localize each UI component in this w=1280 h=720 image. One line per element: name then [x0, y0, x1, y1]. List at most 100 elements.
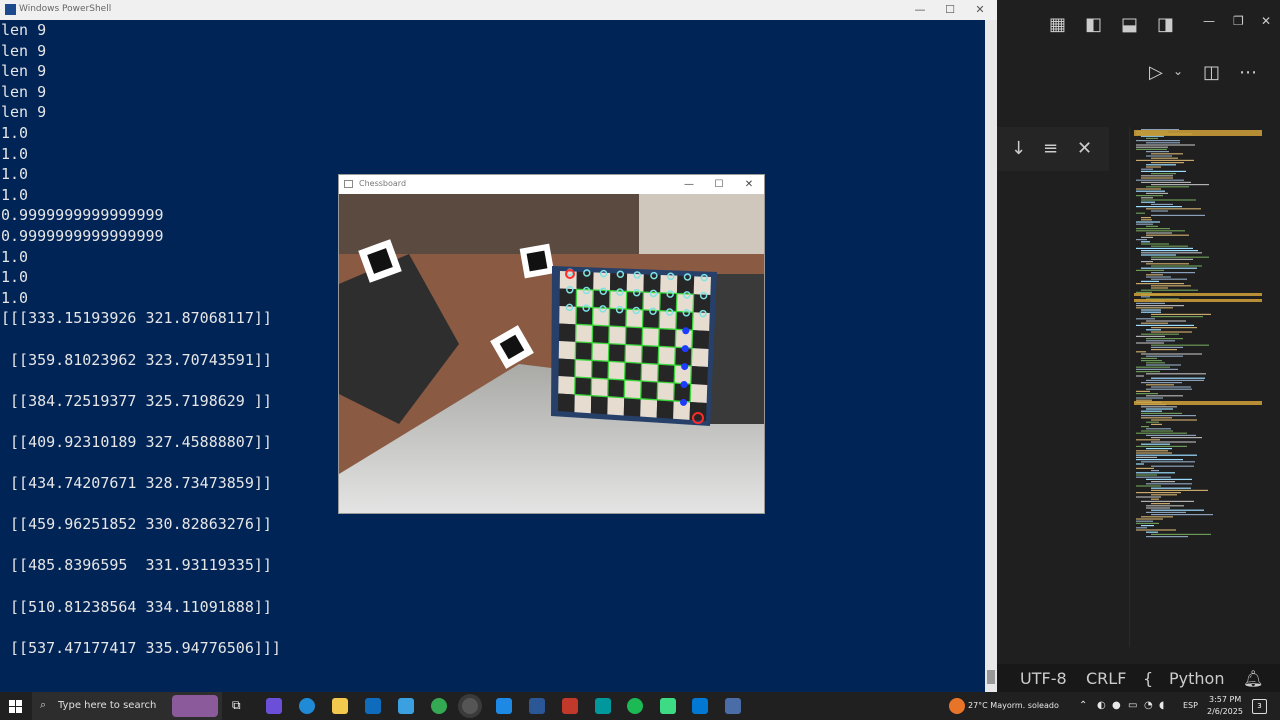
chessboard-titlebar[interactable]: Chessboard — ☐ ✕: [339, 175, 764, 194]
toggle-sidebar-icon[interactable]: ◧: [1085, 14, 1102, 35]
minimap-line: [1146, 151, 1169, 153]
camera-frame: [339, 194, 764, 513]
android-studio-icon[interactable]: [660, 698, 676, 714]
minimize-button[interactable]: —: [908, 2, 932, 18]
minimap-line: [1151, 313, 1211, 315]
close-icon[interactable]: ✕: [1261, 14, 1271, 28]
arduino-icon[interactable]: [595, 698, 611, 714]
minimap-line: [1151, 489, 1208, 491]
scrollbar-thumb[interactable]: [987, 670, 995, 684]
github-desktop-icon[interactable]: [462, 698, 478, 714]
console-line: len 9: [1, 41, 47, 60]
start-button[interactable]: [9, 699, 23, 713]
console-scrollbar[interactable]: [985, 20, 997, 692]
minimap-line: [1151, 344, 1209, 346]
spotify-icon[interactable]: [627, 698, 643, 714]
chessboard-window[interactable]: Chessboard — ☐ ✕: [338, 174, 765, 514]
close-panel-icon[interactable]: ✕: [1077, 138, 1092, 159]
microphone-icon[interactable]: ●: [1112, 700, 1121, 711]
file-explorer-icon[interactable]: [332, 698, 348, 714]
board-square: [658, 328, 676, 348]
restore-icon[interactable]: ❐: [1233, 14, 1244, 28]
minimap-line: [1136, 371, 1160, 373]
layout-icon[interactable]: ▦: [1049, 14, 1066, 35]
language-indicator[interactable]: ESP: [1183, 701, 1198, 710]
eol-indicator[interactable]: CRLF: [1086, 669, 1126, 688]
minimap-line: [1151, 272, 1195, 274]
powershell-titlebar[interactable]: Windows PowerShell — ☐ ✕: [0, 0, 997, 20]
task-view-icon[interactable]: ⧉: [232, 698, 248, 714]
console-line: 1.0: [1, 288, 29, 307]
minimap-line: [1151, 210, 1168, 212]
maximize-button[interactable]: ☐: [938, 2, 962, 18]
chevron-down-icon[interactable]: ⌄: [1173, 64, 1183, 78]
tray-app-icon[interactable]: ◐: [1097, 700, 1106, 711]
minimap-line: [1151, 162, 1184, 164]
minimap-line: [1146, 274, 1163, 276]
toggle-panel-icon[interactable]: ⬓: [1121, 14, 1138, 35]
minimap-line: [1136, 476, 1171, 478]
edge-icon[interactable]: [299, 698, 315, 714]
clock-time[interactable]: 3:57 PM: [1209, 695, 1241, 704]
split-editor-icon[interactable]: ◫: [1203, 62, 1220, 83]
store-icon[interactable]: [692, 698, 708, 714]
minimap-line: [1136, 375, 1144, 377]
minimap-line: [1146, 155, 1172, 157]
wrap-lines-icon[interactable]: ≡: [1043, 138, 1058, 159]
arrow-down-icon[interactable]: ↓: [1011, 138, 1026, 159]
battery-icon[interactable]: ▭: [1128, 700, 1137, 711]
search-box[interactable]: ⌕ Type here to search: [32, 692, 222, 720]
minimap-line: [1146, 192, 1168, 194]
console-line: 1.0: [1, 144, 29, 163]
minimap-line: [1146, 142, 1180, 144]
more-actions-icon[interactable]: ⋯: [1239, 62, 1257, 83]
minimap-highlight: [1134, 401, 1262, 405]
minimap-line: [1141, 461, 1195, 463]
minimize-icon[interactable]: —: [1203, 14, 1215, 28]
minimap-line: [1136, 368, 1178, 370]
toggle-secondary-sidebar-icon[interactable]: ◨: [1157, 14, 1174, 35]
maximize-button[interactable]: ☐: [707, 177, 731, 193]
minimap-line: [1136, 188, 1161, 190]
board-square: [558, 393, 575, 413]
minimap-line: [1141, 426, 1149, 428]
minimap-line: [1146, 166, 1161, 168]
copilot-icon[interactable]: [266, 698, 282, 714]
calculator-icon[interactable]: [398, 698, 414, 714]
close-button[interactable]: ✕: [737, 177, 761, 193]
volume-icon[interactable]: ◖: [1159, 700, 1164, 711]
notification-center-button[interactable]: 3: [1252, 699, 1267, 714]
close-button[interactable]: ✕: [968, 2, 992, 18]
minimap-line: [1136, 496, 1161, 498]
weather-text[interactable]: 27°C Mayorm. soleado: [968, 701, 1059, 710]
minimize-button[interactable]: —: [677, 177, 701, 193]
vscode-icon[interactable]: [496, 698, 512, 714]
network-icon[interactable]: ◔: [1144, 700, 1153, 711]
encoding-indicator[interactable]: UTF-8: [1020, 669, 1067, 688]
weather-icon[interactable]: [949, 698, 965, 714]
minimap-line: [1136, 467, 1154, 469]
minimap-line: [1136, 450, 1168, 452]
minimap-line: [1151, 470, 1159, 472]
corner-dot: [681, 345, 689, 353]
run-icon[interactable]: ▷: [1149, 62, 1163, 83]
chrome-icon[interactable]: [431, 698, 447, 714]
language-indicator[interactable]: Python: [1169, 669, 1224, 688]
board-square: [607, 379, 625, 398]
minimap-line: [1136, 474, 1157, 476]
tray-chevron-icon[interactable]: ⌃: [1079, 700, 1087, 711]
board-square: [640, 398, 658, 418]
git-icon[interactable]: [562, 698, 578, 714]
minimap-line: [1146, 448, 1172, 450]
minimap-line: [1141, 415, 1196, 417]
minimap-line: [1151, 386, 1191, 388]
minimap-line: [1136, 520, 1153, 522]
notifications-bell-icon[interactable]: 🔔︎: [1243, 669, 1263, 688]
minimap[interactable]: [1130, 127, 1270, 547]
python-icon[interactable]: [725, 698, 741, 714]
minimap-line: [1151, 278, 1187, 280]
clock-date[interactable]: 2/6/2025: [1207, 707, 1243, 716]
outlook-icon[interactable]: [365, 698, 381, 714]
minimap-line: [1141, 309, 1161, 311]
powershell-taskbar-icon[interactable]: [529, 698, 545, 714]
